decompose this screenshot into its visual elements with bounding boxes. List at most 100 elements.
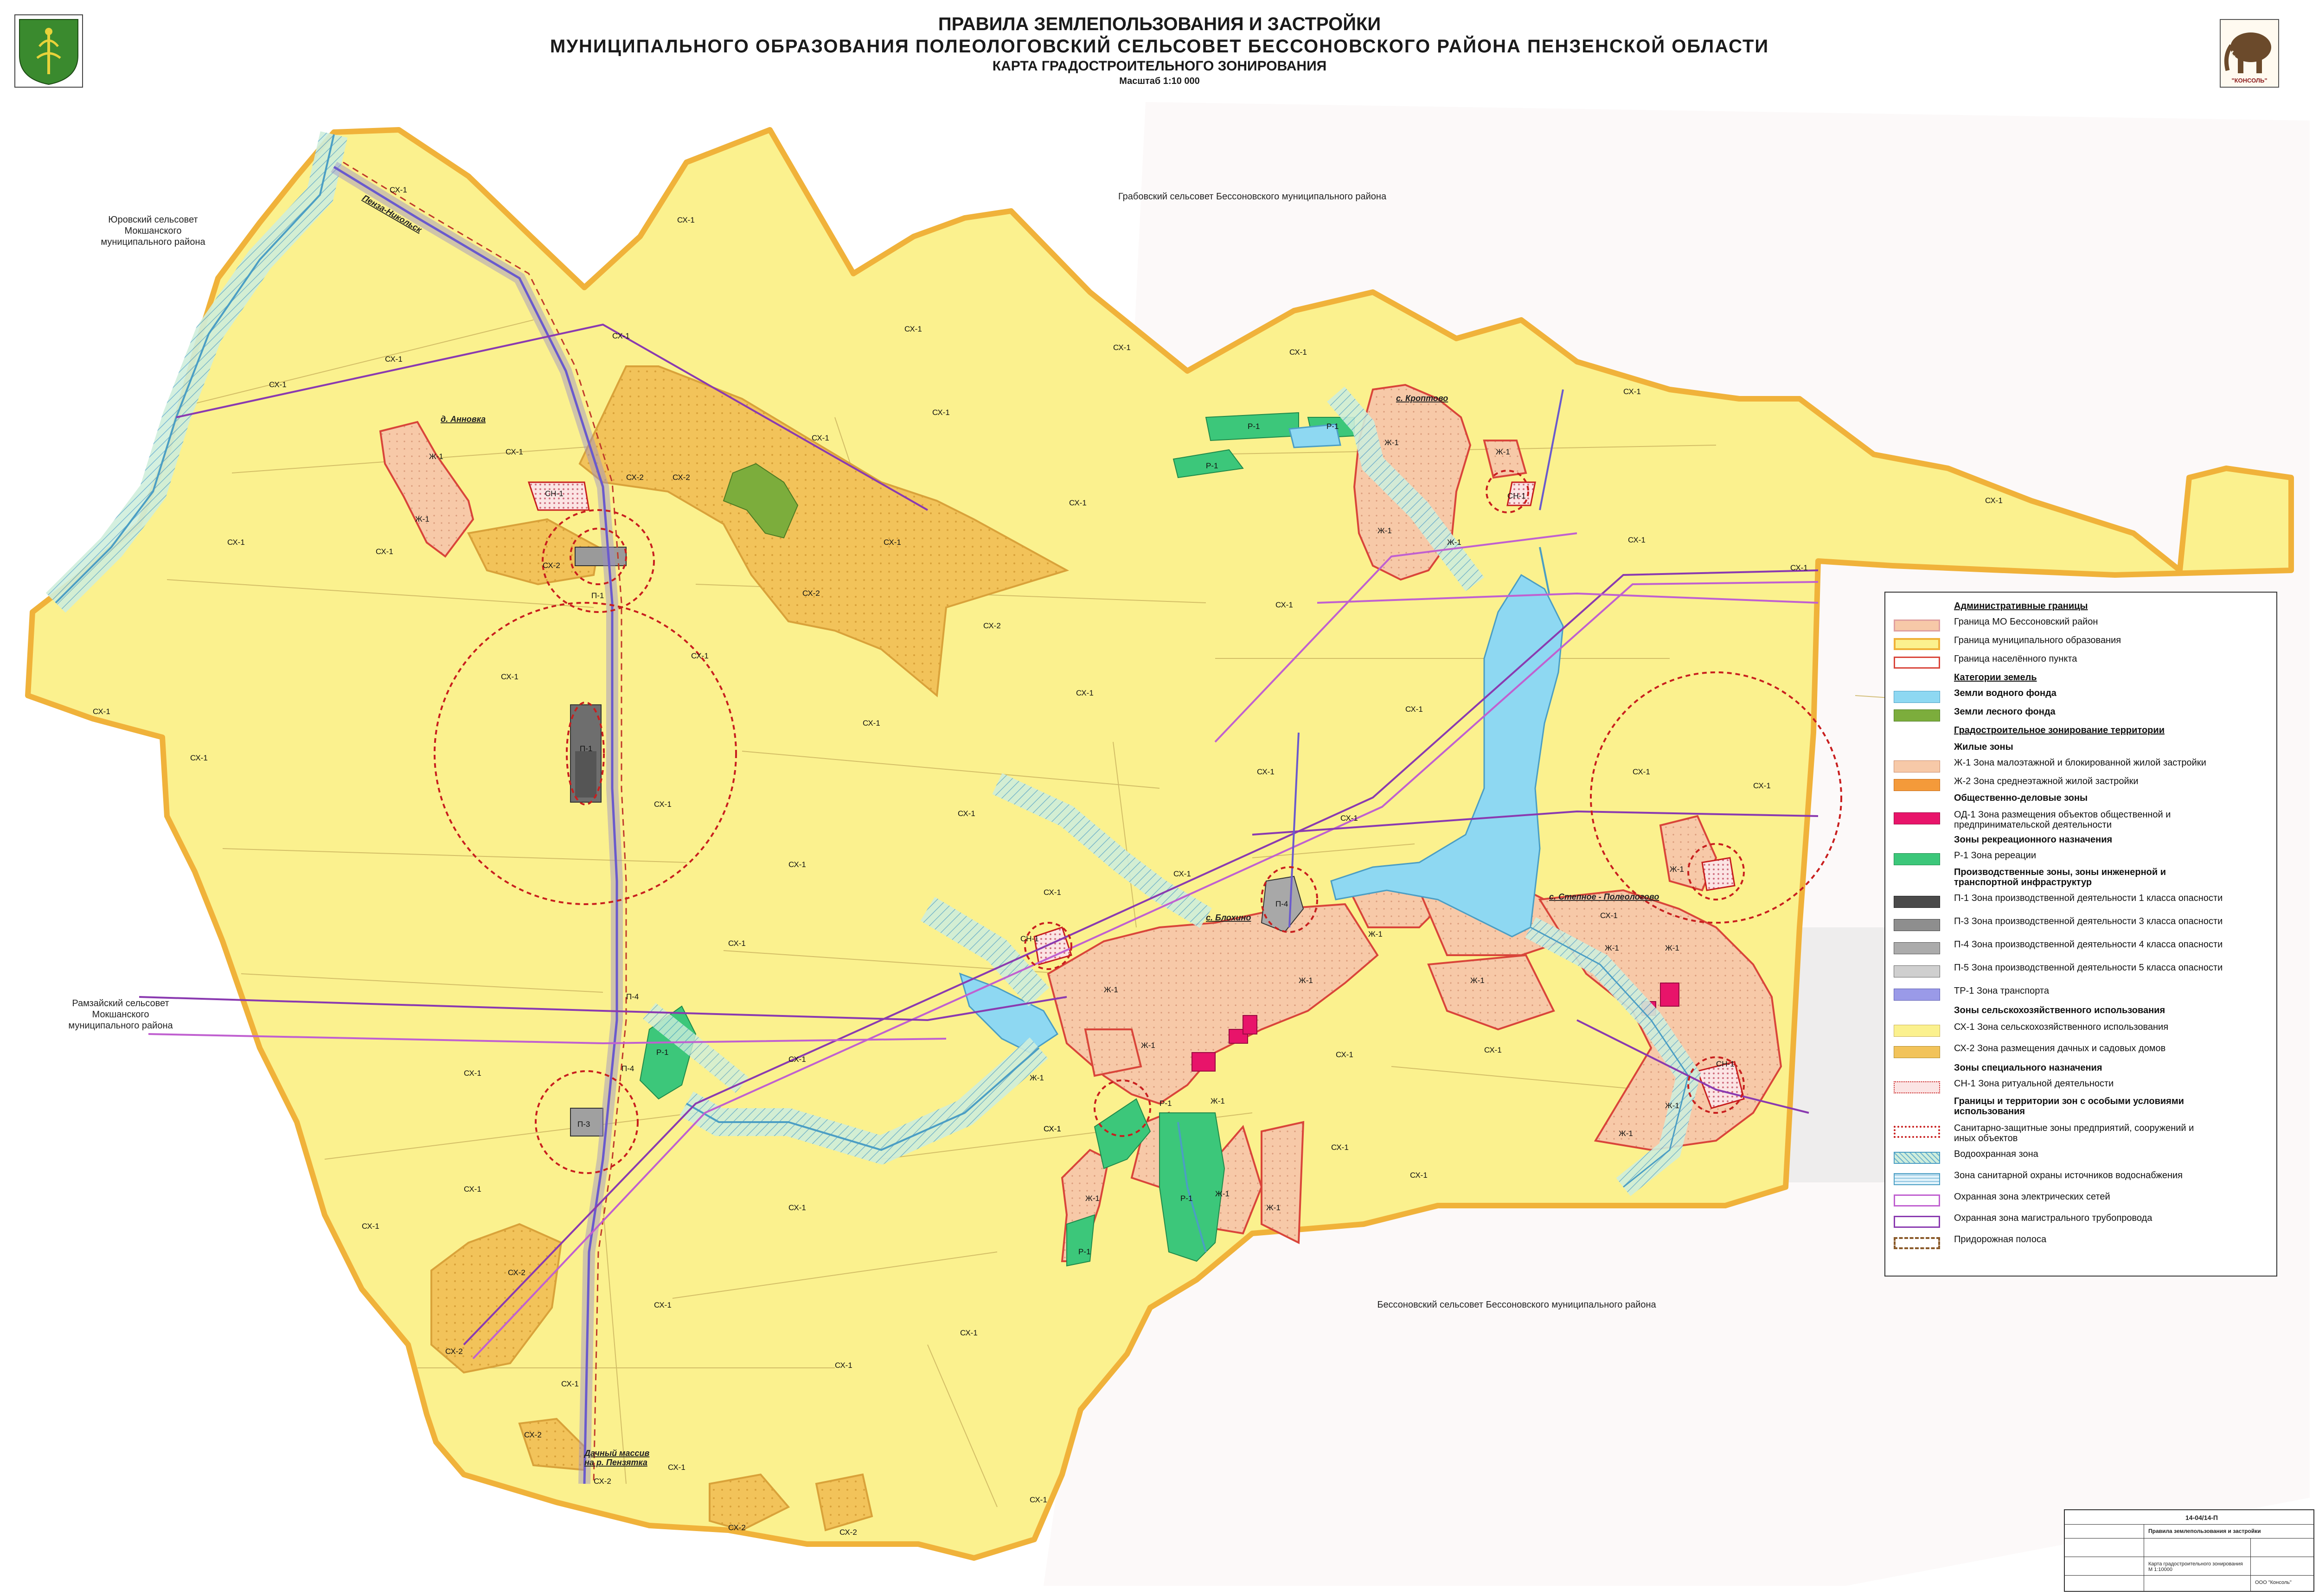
zone-label-zh1: Ж-1 xyxy=(1670,865,1684,874)
zone-label-cx1: СХ-1 xyxy=(835,1361,852,1370)
annovka-label: д. Анновка xyxy=(441,415,486,424)
stamp-project: Правила землепользования и застройки xyxy=(2148,1528,2261,1534)
legend-swatch xyxy=(1894,779,1940,791)
legend-swatch xyxy=(1894,812,1940,824)
zone-label-cx1: СХ-1 xyxy=(190,753,208,762)
zone-label-zh1: Ж-1 xyxy=(1447,538,1461,547)
zone-label-cx1: СХ-1 xyxy=(1600,911,1618,920)
legend-swatch xyxy=(1894,619,1940,632)
zone-label-p1: П-1 xyxy=(591,591,604,600)
zone-label-cx1: СХ-1 xyxy=(1628,536,1646,544)
legend-label: Ж-1 Зона малоэтажной и блокированной жил… xyxy=(1954,758,2206,768)
zone-label-cx1: СХ-1 xyxy=(1484,1046,1502,1054)
legend-item: Водоохранная зона xyxy=(1894,1149,2274,1168)
zone-label-zh1: Ж-1 xyxy=(1496,447,1510,456)
zone-label-cx1: СХ-1 xyxy=(884,538,901,547)
zone-label-zh1: Ж-1 xyxy=(1605,944,1619,952)
zone-label-cx1: СХ-1 xyxy=(788,1203,806,1212)
dacha-label-line1: Дачный массив xyxy=(583,1449,649,1458)
zone-label-p4: П-4 xyxy=(1275,900,1288,908)
zone-label-cx1: СХ-1 xyxy=(376,547,393,556)
zone-label-r1: Р-1 xyxy=(1160,1099,1172,1108)
zone-label-cx1: СХ-1 xyxy=(1289,348,1307,357)
yurovsky-label-line3: муниципального района xyxy=(101,237,205,247)
legend-label: СН-1 Зона ритуальной деятельности xyxy=(1954,1079,2114,1089)
zone-label-cx2: СХ-2 xyxy=(626,473,644,482)
legend-label: П-3 Зона производственной деятельности 3… xyxy=(1954,916,2223,926)
legend-label: П-1 Зона производственной деятельности 1… xyxy=(1954,893,2223,903)
zone-label-zh1: Ж-1 xyxy=(1368,930,1383,938)
zone-label-cx2: СХ-2 xyxy=(524,1430,542,1439)
zone-label-cx2: СХ-2 xyxy=(543,561,560,570)
zone-label-p3: П-3 xyxy=(577,1120,590,1129)
legend-residential-title: Жилые зоны xyxy=(1954,742,2013,752)
legend-item: П-4 Зона производственной деятельности 4… xyxy=(1894,939,2274,958)
legend-swatch xyxy=(1894,989,1940,1001)
zone-label-p4: П-4 xyxy=(621,1064,634,1073)
zone-label-cx1: СХ-1 xyxy=(1790,563,1808,572)
legend-label: ТР-1 Зона транспорта xyxy=(1954,986,2049,996)
zone-label-cx1: СХ-1 xyxy=(1331,1143,1349,1152)
zone-label-cx1: СХ-1 xyxy=(691,651,709,660)
zone-label-cx1: СХ-1 xyxy=(1044,1124,1061,1133)
zone-label-zh1: Ж-1 xyxy=(1665,1101,1679,1110)
zone-label-cx1: СХ-1 xyxy=(93,707,110,716)
legend-item: П-1 Зона производственной деятельности 1… xyxy=(1894,893,2274,912)
legend-item: Ж-2 Зона среднеэтажной жилой застройки xyxy=(1894,776,2274,795)
zone-label-r1: Р-1 xyxy=(1248,422,1260,431)
zone-label-cx1: СХ-1 xyxy=(1410,1171,1428,1180)
grabovsky-label: Грабовский сельсовет Бессоновского муниц… xyxy=(1118,192,1387,202)
kroptovo-label: с. Кроптово xyxy=(1396,394,1448,403)
legend-item: Зона санитарной охраны источников водосн… xyxy=(1894,1170,2274,1189)
zone-label-cn1: СН-1 xyxy=(1507,492,1526,500)
zone-label-cx1: СХ-1 xyxy=(501,672,519,681)
zone-label-zh1: Ж-1 xyxy=(1141,1041,1155,1050)
zone-label-cn1: СН-1 xyxy=(1716,1060,1735,1068)
zone-label-cx1: СХ-1 xyxy=(654,1301,672,1309)
zone-label-zh1: Ж-1 xyxy=(1665,944,1679,952)
zone-label-r1: Р-1 xyxy=(1326,422,1339,431)
zone-label-zh1: Ж-1 xyxy=(429,452,443,461)
zone-label-cx1: СХ-1 xyxy=(362,1222,379,1231)
legend-label: Охранная зона электрических сетей xyxy=(1954,1192,2110,1202)
zone-label-cx1: СХ-1 xyxy=(1405,705,1423,714)
legend-item: П-5 Зона производственной деятельности 5… xyxy=(1894,963,2274,981)
title-block: 14-04/14-П Правила землепользования и за… xyxy=(2064,1509,2314,1592)
legend-label: СХ-2 Зона размещения дачных и садовых до… xyxy=(1954,1043,2166,1053)
zone-label-cn1: СН-1 xyxy=(545,489,564,498)
dacha-label-line2: на р. Пензятка xyxy=(584,1458,647,1467)
legend-item: Граница населённого пункта xyxy=(1894,654,2274,672)
zone-label-cx1: СХ-1 xyxy=(1623,387,1641,396)
legend-swatch xyxy=(1894,1216,1940,1228)
legend-item: Санитарно-защитные зоны предприятий, соо… xyxy=(1894,1123,2274,1143)
legend-label: СХ-1 Зона сельскохозяйственного использо… xyxy=(1954,1022,2169,1032)
zone-label-cx1: СХ-1 xyxy=(1044,888,1061,897)
zone-label-zh1: Ж-1 xyxy=(1266,1203,1281,1212)
zone-label-cx2: СХ-2 xyxy=(445,1347,463,1356)
legend-item: ТР-1 Зона транспорта xyxy=(1894,986,2274,1004)
zone-label-cx1: СХ-1 xyxy=(1753,781,1771,790)
zone-label-cx1: СХ-1 xyxy=(904,325,922,333)
zone-label-cx2: СХ-2 xyxy=(673,473,690,482)
zone-label-cx1: СХ-1 xyxy=(1069,498,1087,507)
ramzaysky-label-line3: муниципального района xyxy=(68,1021,173,1031)
stepnoe-label: с. Степное - Полеологово xyxy=(1549,892,1659,901)
zone-label-zh1: Ж-1 xyxy=(1215,1189,1230,1198)
legend-item: ОД-1 Зона размещения объектов общественн… xyxy=(1894,810,2274,830)
zone-label-zh1: Ж-1 xyxy=(1211,1097,1225,1105)
legend-label: Граница муниципального образования xyxy=(1954,635,2121,645)
legend-swatch xyxy=(1894,638,1940,650)
zone-label-cx1: СХ-1 xyxy=(464,1069,481,1078)
legend-special-title: Зоны специального назначения xyxy=(1954,1063,2102,1073)
zone-label-cx1: СХ-1 xyxy=(654,800,672,809)
zone-label-zh1: Ж-1 xyxy=(1470,976,1485,985)
zone-label-cx1: СХ-1 xyxy=(1113,343,1131,352)
legend-label: Водоохранная зона xyxy=(1954,1149,2038,1159)
legend-item: СН-1 Зона ритуальной деятельности xyxy=(1894,1079,2274,1097)
legend-swatch xyxy=(1894,942,1940,954)
zone-label-r1: Р-1 xyxy=(1180,1194,1192,1203)
zone-label-cx2: СХ-2 xyxy=(983,621,1001,630)
legend-swatch xyxy=(1894,965,1940,977)
zone-label-cx1: СХ-1 xyxy=(1173,869,1191,878)
zone-label-cx1: СХ-1 xyxy=(728,939,746,948)
